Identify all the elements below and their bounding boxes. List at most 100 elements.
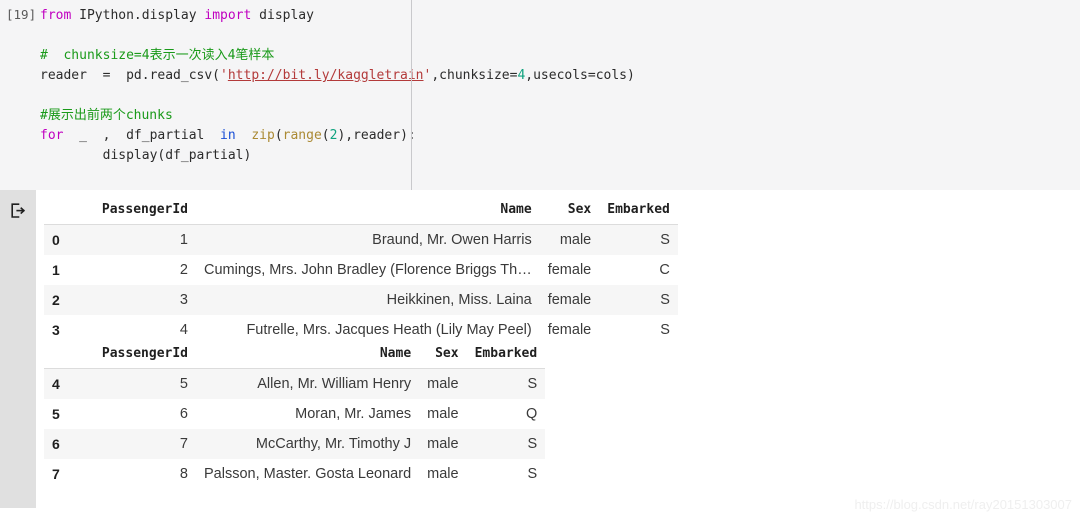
code-line-1: from IPython.display import display [40, 6, 635, 26]
code-token: ),reader): [337, 128, 416, 143]
code-token: in [220, 128, 244, 143]
output-arrow-icon [9, 202, 27, 220]
cell-embarked: S [599, 224, 678, 255]
cell-execution-prompt: [19] [6, 7, 37, 22]
cell-name: McCarthy, Mr. Timothy J [196, 429, 420, 459]
row-index: 4 [44, 368, 78, 399]
row-index: 2 [44, 285, 78, 315]
column-header-embarked: Embarked [599, 198, 678, 225]
cell-name: Futrelle, Mrs. Jacques Heath (Lily May P… [246, 322, 532, 338]
column-header-name: Name [196, 342, 420, 369]
code-token: zip [243, 128, 275, 143]
cell-passengerid: 8 [179, 466, 188, 482]
row-index: 6 [44, 429, 78, 459]
code-token: display(df_partial) [40, 148, 252, 163]
code-line-3: # chunksize=4表示一次读入4笔样本 [40, 46, 635, 66]
output-gutter [0, 190, 36, 508]
cell-sex: male [427, 406, 459, 422]
cell-passengerid: 5 [78, 368, 196, 399]
table-row: 0 1 Braund, Mr. Owen Harris male S [44, 224, 678, 255]
row-index: 3 [52, 322, 60, 338]
code-token[interactable]: http://bit.ly/kaggletrain [228, 68, 424, 83]
table-row: 4 5 Allen, Mr. William Henry male S [44, 368, 546, 399]
table-row: 3 4 Futrelle, Mrs. Jacques Heath (Lily May… [44, 315, 678, 345]
row-index: 7 [52, 466, 60, 482]
code-source[interactable]: from IPython.display import display # ch… [40, 6, 635, 166]
cell-embarked: S [466, 429, 546, 459]
cell-name: Braund, Mr. Owen Harris [196, 224, 540, 255]
code-token: import [204, 8, 260, 23]
column-header-passengerid: PassengerId [78, 198, 196, 225]
table-body: 0 1 Braund, Mr. Owen Harris male S 1 2 Cumings,… [44, 224, 678, 346]
cell-embarked: Q [525, 406, 538, 422]
notebook-output-area: PassengerId Name Sex Embarked 0 1 Braund, … [0, 190, 1080, 520]
row-index: 0 [44, 224, 78, 255]
cell-embarked: S [466, 368, 546, 399]
cell-passengerid: 7 [78, 429, 196, 459]
row-index: 5 [52, 406, 60, 422]
code-token: ,chunksize= [431, 68, 518, 83]
code-token: IPython.display [79, 8, 205, 23]
cell-passengerid: 6 [179, 406, 188, 422]
code-line-6: #展示出前两个chunks [40, 106, 635, 126]
code-cell-right-divider [411, 0, 412, 190]
cell-embarked: S [660, 322, 670, 338]
dataframe-table-chunk-2: PassengerId Name Sex Embarked 4 5 Allen, M… [44, 342, 546, 490]
watermark: https://blog.csdn.net/ray20151303007 [854, 497, 1072, 512]
column-header-name: Name [196, 198, 540, 225]
cell-embarked: S [599, 285, 678, 315]
cell-passengerid: 4 [179, 322, 188, 338]
notebook-code-cell[interactable]: [19] from IPython.display import display… [0, 0, 1080, 190]
code-line-7: for _ , df_partial in zip(range(2),reade… [40, 126, 635, 146]
cell-sex: female [547, 262, 592, 278]
code-line-4: reader = pd.read_csv('http://bit.ly/kagg… [40, 66, 635, 86]
code-token: reader = pd.read_csv( [40, 68, 221, 83]
table-header-row: PassengerId Name Sex Embarked [44, 342, 546, 369]
cell-name: Allen, Mr. William Henry [196, 368, 420, 399]
code-token: #展示出前两个chunks [40, 108, 173, 123]
column-header-index [44, 198, 78, 225]
cell-sex: male [419, 429, 467, 459]
cell-sex: female [547, 322, 592, 338]
row-index: 1 [52, 262, 60, 278]
table-row: 2 3 Heikkinen, Miss. Laina female S [44, 285, 678, 315]
code-token: ( [274, 128, 283, 143]
cell-passengerid: 2 [179, 262, 188, 278]
cell-embarked: C [659, 262, 670, 278]
table-body: 4 5 Allen, Mr. William Henry male S 5 6 Moran, … [44, 368, 546, 490]
table-row: 5 6 Moran, Mr. James male Q [44, 399, 545, 429]
code-token: from [40, 8, 80, 23]
table-row: 1 2 Cumings, Mrs. John Bradley (Florence B… [44, 255, 678, 285]
cell-name: Heikkinen, Miss. Laina [196, 285, 540, 315]
column-header-sex: Sex [539, 198, 600, 225]
code-token: ( [321, 128, 330, 143]
cell-name: Cumings, Mrs. John Bradley (Florence Bri… [204, 262, 532, 278]
column-header-sex: Sex [419, 342, 467, 369]
code-token: # chunksize=4表示一次读入4笔样本 [40, 48, 275, 63]
cell-passengerid: 3 [78, 285, 196, 315]
cell-sex: female [539, 285, 600, 315]
cell-embarked: S [527, 466, 538, 482]
column-header-index [44, 342, 78, 369]
code-token: range [282, 128, 322, 143]
code-line-8: display(df_partial) [40, 146, 635, 166]
cell-sex: male [539, 224, 600, 255]
table-row: 6 7 McCarthy, Mr. Timothy Jmale S [44, 429, 546, 459]
cell-name: Moran, Mr. James [295, 406, 412, 422]
code-token: for [40, 128, 72, 143]
column-header-passengerid: PassengerId [78, 342, 196, 369]
column-header-embarked: Embarked [466, 342, 546, 369]
table-row: 7 8 Palsson, Master. Gosta Leonard male S [44, 459, 545, 489]
code-token: ' [220, 68, 228, 83]
cell-sex: male [427, 466, 459, 482]
cell-passengerid: 1 [78, 224, 196, 255]
code-token: _ , df_partial [71, 128, 221, 143]
dataframe-table-chunk-1: PassengerId Name Sex Embarked 0 1 Braund, … [44, 198, 678, 345]
code-token: display [259, 8, 314, 23]
table-header-row: PassengerId Name Sex Embarked [44, 198, 678, 225]
code-token: ,usecols=cols) [525, 68, 635, 83]
cell-sex: male [419, 368, 467, 399]
cell-name: Palsson, Master. Gosta Leonard [204, 466, 412, 482]
